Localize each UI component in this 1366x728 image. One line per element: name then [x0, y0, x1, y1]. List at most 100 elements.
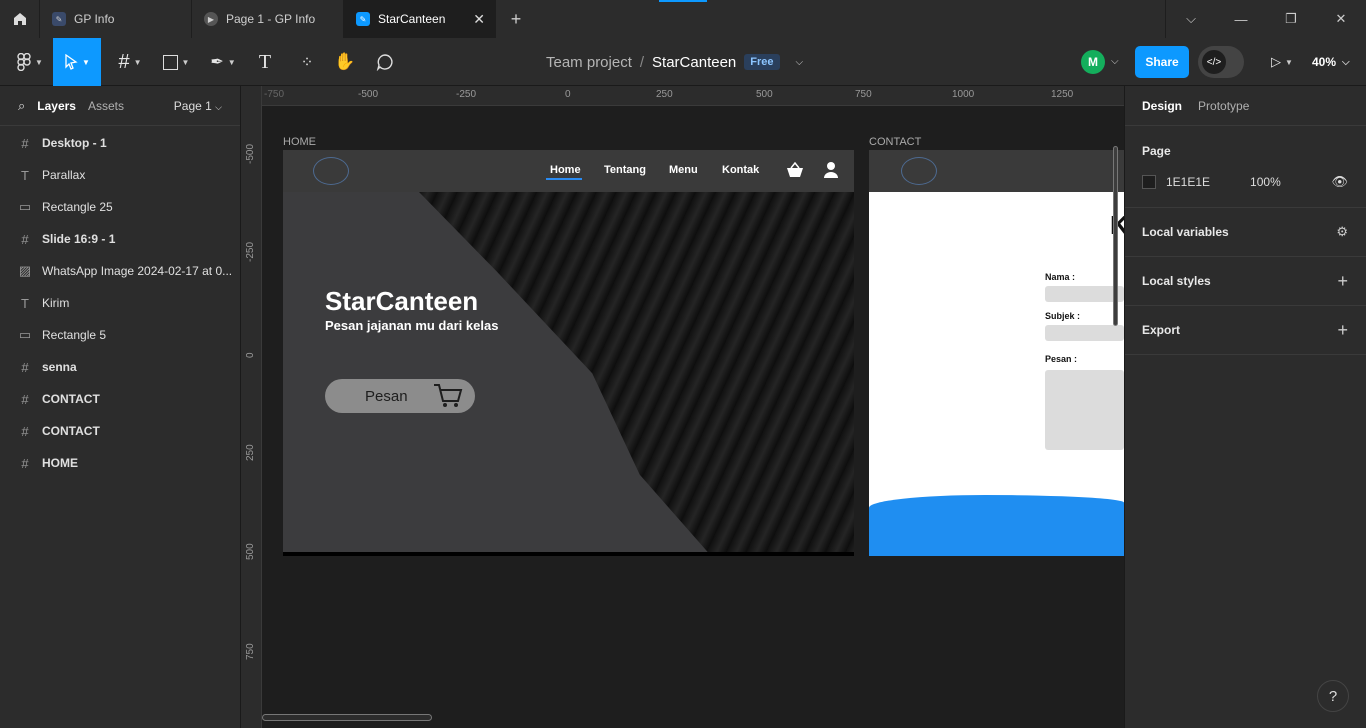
vertical-scrollbar[interactable] — [1113, 146, 1118, 326]
bg-opacity[interactable]: 100% — [1250, 175, 1281, 189]
play-icon: ▶ — [204, 12, 218, 26]
nama-label: Nama : — [1045, 272, 1076, 282]
sliders-icon[interactable]: ⚙ — [1336, 224, 1348, 240]
share-button[interactable]: Share — [1135, 46, 1189, 78]
chevron-down-icon[interactable]: ⌵ — [1166, 0, 1216, 38]
export-label[interactable]: Export — [1142, 323, 1180, 337]
layer-list: # Desktop - 1 T Parallax ▭ Rectangle 25 # Sl… — [0, 126, 240, 479]
new-tab-button[interactable]: + — [496, 0, 536, 38]
layer-label: Parallax — [42, 168, 86, 182]
comment-icon — [376, 54, 393, 71]
tab-label: StarCanteen — [378, 12, 446, 26]
cursor-icon — [65, 54, 78, 70]
comment-tool[interactable] — [370, 38, 400, 86]
main-menu-button[interactable]: ▼ — [10, 38, 50, 86]
frame-label-contact[interactable]: CONTACT — [869, 136, 921, 148]
layer-item[interactable]: # Slide 16:9 - 1 — [0, 223, 240, 255]
tab-gp-info[interactable]: ✎ GP Info — [40, 0, 192, 38]
page-selector[interactable]: Page 1 ⌵ — [174, 99, 222, 113]
tab-starcanteen[interactable]: ✎ StarCanteen ✕ — [344, 0, 496, 38]
tab-design[interactable]: Design — [1142, 99, 1182, 113]
bg-hex[interactable]: 1E1E1E — [1166, 175, 1210, 189]
horizontal-scrollbar[interactable] — [262, 714, 432, 721]
nav-tentang: Tentang — [604, 164, 646, 176]
pen-icon: ✒ — [210, 54, 224, 71]
eye-icon[interactable]: 👁 — [1331, 174, 1348, 190]
nav-kontak: Kontak — [722, 164, 760, 176]
contact-navbar — [869, 150, 1124, 192]
plus-icon: + — [510, 8, 522, 29]
color-swatch[interactable] — [1142, 175, 1156, 189]
layer-item[interactable]: # Desktop - 1 — [0, 127, 240, 159]
local-variables-label[interactable]: Local variables — [1142, 225, 1229, 239]
chevron-down-icon[interactable]: ⌵ — [796, 57, 804, 68]
layer-item[interactable]: # senna — [0, 351, 240, 383]
components-icon: ⁘ — [300, 54, 314, 71]
close-icon[interactable]: ✕ — [473, 11, 485, 28]
tab-page-1-gp-info[interactable]: ▶ Page 1 - GP Info — [192, 0, 344, 38]
code-icon: </> — [1202, 50, 1226, 74]
layer-item[interactable]: ▨ WhatsApp Image 2024-02-17 at 0... — [0, 255, 240, 287]
contact-frame[interactable]: K Nama : Subjek : Pesan : — [869, 150, 1124, 556]
zoom-control[interactable]: 40% ⌵ — [1312, 38, 1350, 86]
search-icon[interactable]: ⌕ — [18, 98, 25, 114]
project-name[interactable]: StarCanteen — [652, 54, 736, 71]
ruler-tick: 250 — [245, 444, 256, 461]
design-canvas[interactable]: HOME CONTACT Home Tentang Menu Kontak St… — [262, 106, 1124, 728]
layer-label: Desktop - 1 — [42, 136, 107, 150]
layer-item[interactable]: # CONTACT — [0, 383, 240, 415]
layer-item[interactable]: # CONTACT — [0, 415, 240, 447]
help-button[interactable]: ? — [1317, 680, 1349, 712]
layer-item[interactable]: T Parallax — [0, 159, 240, 191]
close-window-icon[interactable]: ✕ — [1316, 0, 1366, 38]
page-section-title: Page — [1142, 144, 1171, 158]
figma-file-icon: ✎ — [356, 12, 370, 26]
hero-title: StarCanteen — [325, 286, 479, 316]
layer-item[interactable]: # HOME — [0, 447, 240, 479]
subjek-field — [1045, 325, 1124, 341]
dev-mode-toggle[interactable]: </> — [1198, 46, 1244, 78]
hand-tool[interactable]: ✋ — [330, 38, 360, 86]
layer-item[interactable]: T Kirim — [0, 287, 240, 319]
blue-wave — [869, 495, 1124, 556]
drag-indicator — [659, 0, 707, 2]
layer-item[interactable]: ▭ Rectangle 25 — [0, 191, 240, 223]
home-button[interactable] — [0, 0, 40, 38]
present-button[interactable]: ▷ ▼ — [1264, 38, 1300, 86]
minimize-icon[interactable]: — — [1216, 0, 1266, 38]
breadcrumb: Team project / StarCanteen Free ⌵ — [546, 38, 803, 86]
restore-icon[interactable]: ❐ — [1266, 0, 1316, 38]
home-frame[interactable]: Home Tentang Menu Kontak StarCanteen Pes… — [283, 150, 854, 556]
tab-layers[interactable]: Layers — [37, 99, 76, 113]
chevron-down-icon: ▼ — [227, 57, 236, 67]
chevron-down-icon[interactable]: ⌵ — [1111, 56, 1119, 67]
ruler-tick: 250 — [656, 89, 673, 100]
ruler-tick: -750 — [264, 89, 285, 100]
figma-logo-icon — [17, 53, 31, 71]
text-tool[interactable]: T — [250, 38, 280, 86]
plus-icon[interactable]: + — [1337, 271, 1348, 292]
frame-tool[interactable]: # ▼ — [110, 38, 150, 86]
pen-tool[interactable]: ✒ ▼ — [203, 38, 243, 86]
text-icon: T — [21, 295, 29, 311]
avatar[interactable]: M — [1081, 50, 1105, 74]
team-name[interactable]: Team project — [546, 54, 632, 71]
local-styles-label[interactable]: Local styles — [1142, 274, 1211, 288]
zoom-level: 40% — [1312, 55, 1337, 69]
frame-icon: # — [21, 391, 29, 407]
tab-assets[interactable]: Assets — [88, 99, 124, 113]
plan-badge: Free — [744, 54, 780, 70]
page-background-row[interactable]: 1E1E1E 100% 👁 — [1142, 174, 1349, 190]
parallax-artwork — [378, 150, 854, 556]
plus-icon[interactable]: + — [1337, 320, 1348, 341]
move-tool[interactable]: ▼ — [53, 38, 101, 86]
tab-prototype[interactable]: Prototype — [1198, 99, 1249, 113]
ruler-tick: 500 — [756, 89, 773, 100]
text-icon: T — [258, 50, 272, 73]
layer-item[interactable]: ▭ Rectangle 5 — [0, 319, 240, 351]
ruler-tick: 1000 — [952, 89, 975, 100]
resources-tool[interactable]: ⁘ — [292, 38, 322, 86]
frame-label-home[interactable]: HOME — [283, 136, 316, 148]
shape-tool[interactable]: ▼ — [156, 38, 196, 86]
toolbar: ▼ ▼ # ▼ ▼ ✒ ▼ T ⁘ ✋ Team project / StarC… — [0, 38, 1366, 86]
